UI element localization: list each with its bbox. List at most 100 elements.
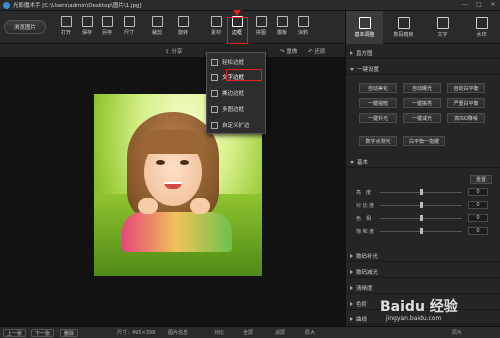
- image-size-text: 尺寸：495×398: [117, 330, 156, 336]
- section-basic[interactable]: 基本: [346, 157, 500, 168]
- expand-icon: [350, 302, 353, 306]
- tab-watermark[interactable]: 水印: [463, 11, 500, 44]
- contrast-value-input[interactable]: 0: [468, 201, 488, 209]
- tab-label: 数码暗房: [393, 32, 414, 38]
- section-one-click[interactable]: 一键设置: [346, 64, 500, 75]
- section-reduce-light[interactable]: 数码减光: [346, 267, 500, 278]
- template-button[interactable]: 模板: [273, 16, 291, 36]
- photo-eye-left: [156, 160, 165, 165]
- watermark-url: jingyan.baidu.com: [386, 315, 442, 322]
- doodle-label: 涂鸦: [297, 30, 308, 36]
- watermark-logo: Baidu 经验: [380, 299, 458, 315]
- saturation-value-input[interactable]: 0: [468, 227, 488, 235]
- saturation-slider-handle[interactable]: [419, 228, 423, 234]
- expand-icon: [350, 317, 353, 321]
- rotate-label: 旋转: [177, 30, 188, 36]
- baidu-jingyan-watermark: Baidu 经验 jingyan.baidu.com: [380, 296, 498, 324]
- custom-expand-icon: [211, 121, 218, 129]
- previous-image-button[interactable]: 上一张: [3, 329, 27, 337]
- close-button[interactable]: ✕: [489, 2, 497, 8]
- menu-item-easy-border[interactable]: 轻松边框: [207, 55, 265, 69]
- save-as-icon: [101, 16, 113, 27]
- fullscreen-button[interactable]: 全屏: [243, 329, 253, 336]
- material-button[interactable]: 素材: [207, 16, 225, 36]
- minimize-button[interactable]: —: [461, 2, 469, 8]
- one-click-brighten-button[interactable]: 一键挑亮: [403, 98, 441, 108]
- section-title: 曲线: [356, 317, 368, 323]
- brightness-slider-handle[interactable]: [419, 189, 423, 195]
- brightness-value-input[interactable]: 0: [468, 188, 488, 196]
- one-click-darken-button[interactable]: 一键褪暗: [359, 98, 397, 108]
- camera-icon: [397, 17, 410, 29]
- tab-text[interactable]: 文字: [424, 11, 461, 44]
- tab-label: 文字: [437, 32, 448, 38]
- auto-beautify-button[interactable]: 自动美化: [359, 83, 397, 93]
- section-histogram[interactable]: 直方图: [346, 48, 500, 59]
- original-image-button[interactable]: 原片: [452, 329, 462, 336]
- menu-item-label: 多图边框: [222, 107, 245, 113]
- menu-item-label: 轻松边框: [222, 60, 245, 66]
- hue-slider-handle[interactable]: [419, 215, 423, 221]
- crop-icon: [151, 16, 163, 27]
- menu-item-torn-border[interactable]: 撕边边框: [207, 86, 265, 100]
- section-title: 基本: [357, 160, 369, 166]
- share-button[interactable]: ⇪ 分享: [165, 47, 182, 55]
- auto-exposure-button[interactable]: 自动曝光: [403, 83, 441, 93]
- one-click-fill-light-button[interactable]: 一键补光: [359, 113, 397, 123]
- slider-label: 亮 度: [356, 190, 372, 196]
- section-title: 数码减光: [356, 270, 379, 276]
- doodle-button[interactable]: 涂鸦: [294, 16, 312, 36]
- photo-shirt: [122, 212, 232, 252]
- save-as-button[interactable]: 另存: [98, 16, 116, 36]
- auto-white-balance-button[interactable]: 自动白平衡: [447, 83, 485, 93]
- section-clarity[interactable]: 清晰度: [346, 283, 500, 294]
- spot-metering-button[interactable]: 数字点测光: [359, 136, 397, 146]
- redo-button[interactable]: ↷ 重做: [280, 47, 297, 55]
- save-button[interactable]: 保存: [78, 16, 96, 36]
- strict-white-balance-button[interactable]: 严重白平衡: [447, 98, 485, 108]
- contrast-slider-handle[interactable]: [419, 202, 423, 208]
- redo-label: 重做: [286, 49, 298, 55]
- slider-label: 对 比 度: [356, 203, 375, 209]
- hue-value-input[interactable]: 0: [468, 214, 488, 222]
- resize-button[interactable]: 尺寸: [120, 16, 138, 36]
- text-icon: [436, 17, 449, 29]
- image-info-button[interactable]: 图片信息: [168, 329, 188, 336]
- title-bar: 光影魔术手 [C:\Users\admin\Desktop\图片\1.jpg] …: [0, 0, 500, 11]
- undo-button[interactable]: ↶ 还原: [308, 47, 325, 55]
- white-balance-one-finger-button[interactable]: 白平衡一指键: [403, 136, 445, 146]
- image-canvas[interactable]: [0, 58, 345, 326]
- browse-images-button[interactable]: 浏览图片: [4, 20, 46, 34]
- delete-image-button[interactable]: 删除: [60, 329, 79, 337]
- high-iso-denoise-button[interactable]: 高ISO降噪: [447, 113, 485, 123]
- one-click-reduce-light-button[interactable]: 一键减光: [403, 113, 441, 123]
- section-fill-light[interactable]: 数码补光: [346, 251, 500, 262]
- sub-toolbar: ⇪ 分享 ↷ 重做 ↶ 还原: [0, 44, 345, 58]
- expand-icon: [350, 51, 353, 55]
- next-image-button[interactable]: 下一张: [31, 329, 55, 337]
- menu-item-multi-image-border[interactable]: 多图边框: [207, 102, 265, 116]
- collage-button[interactable]: 拼图: [252, 16, 270, 36]
- material-label: 素材: [210, 30, 221, 36]
- reset-button[interactable]: 重置: [470, 175, 492, 184]
- photo-eye-right: [180, 160, 189, 165]
- rotate-button[interactable]: 旋转: [174, 16, 192, 36]
- fit-screen-button[interactable]: 适屏: [275, 329, 285, 336]
- crop-button[interactable]: 裁剪: [148, 16, 166, 36]
- window-controls: — □ ✕: [461, 2, 497, 8]
- status-bar: 上一张 下一张 删除 尺寸：495×398 图片信息 对比 全屏 适屏 原大 原…: [0, 326, 500, 338]
- compare-button[interactable]: 对比: [214, 329, 224, 336]
- menu-item-custom-expand[interactable]: 自定义扩边: [207, 118, 265, 132]
- adjust-panel: 基本调整 数码暗房 文字 水印 直方图 一键设置 自动美化 自动曝光 自动白平衡…: [345, 11, 500, 326]
- save-label: 保存: [81, 30, 92, 36]
- crop-label: 裁剪: [151, 30, 162, 36]
- open-button[interactable]: 打开: [57, 16, 75, 36]
- annotation-arrow: [233, 10, 241, 16]
- contrast-slider-row: 对 比 度 0: [346, 200, 500, 211]
- tab-basic-adjust[interactable]: 基本调整: [346, 11, 383, 44]
- maximize-button[interactable]: □: [475, 2, 483, 8]
- resize-icon: [123, 16, 135, 27]
- tab-digital-darkroom[interactable]: 数码暗房: [385, 11, 422, 44]
- original-size-button[interactable]: 原大: [305, 329, 315, 336]
- template-icon: [276, 16, 288, 27]
